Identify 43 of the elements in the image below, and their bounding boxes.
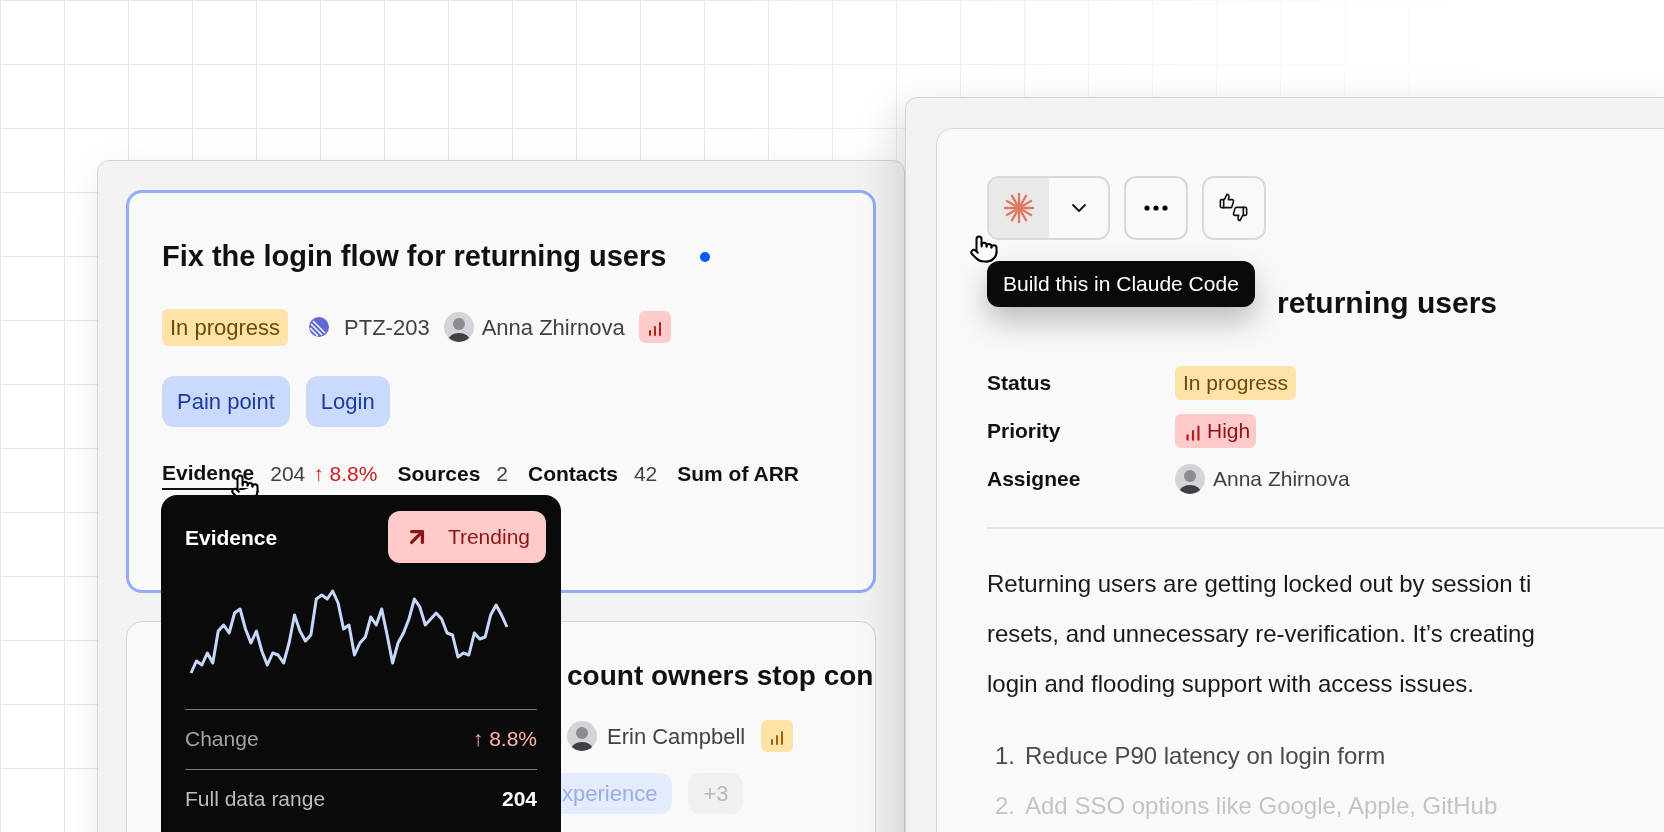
metric-value: 42 (633, 460, 658, 487)
metric-change: ↑ 8.8% (313, 460, 378, 487)
metric-label[interactable]: Sum of ARR (677, 457, 799, 489)
row-value: ↑ 8.8% (472, 726, 537, 753)
assignee-name: Erin Campbell (607, 722, 746, 751)
avatar (1175, 464, 1205, 494)
hand-cursor-icon (969, 234, 999, 264)
status-badge: In progress (162, 308, 289, 346)
trending-badge: Trending (387, 511, 546, 563)
issue-id: PTZ-203 (344, 313, 430, 342)
metric-label[interactable]: Sources (397, 457, 481, 489)
claude-code-button[interactable] (989, 178, 1049, 238)
row-label: Change (185, 726, 259, 753)
metric-value: 204 (270, 460, 306, 487)
field-label: Assignee (987, 466, 1082, 493)
more-button[interactable] (1124, 176, 1188, 240)
tag[interactable]: Login (305, 375, 390, 427)
tag[interactable]: Pain point (162, 375, 290, 427)
field-label: Status (987, 370, 1053, 397)
priority-badge: High (1175, 414, 1257, 448)
avatar (567, 721, 597, 752)
issue-title: Fix the login flow for returning users (162, 239, 667, 274)
row-label: Full data range (185, 786, 326, 813)
issue-title: count owners stop con (567, 658, 874, 693)
assignee-name: Anna Zhirnova (1213, 466, 1350, 493)
step-text: Reduce P90 latency on login form (1025, 741, 1386, 771)
more-icon (1144, 205, 1168, 211)
description-paragraph: Returning users are getting locked out by session ti resets, and unnecessary re-verification. It’s creating login and flooding support with access issues. (987, 569, 1536, 699)
status-badge: In progress (1175, 366, 1297, 400)
feedback-button[interactable] (1202, 176, 1266, 240)
metric-label[interactable]: Contacts (528, 457, 618, 489)
metric-value: 2 (496, 460, 509, 487)
asterisk-icon (1003, 192, 1035, 224)
detail-title: returning users (1277, 285, 1498, 321)
avatar (443, 312, 474, 342)
assignee-name: Anna Zhirnova (481, 313, 625, 342)
field-label: Priority (987, 418, 1062, 445)
tooltip: Build this in Claude Code (987, 261, 1255, 307)
thumbs-up-down-icon (1219, 193, 1249, 223)
popover-title: Evidence (185, 525, 278, 551)
row-value: 204 (501, 786, 537, 813)
step-number: 1. (995, 741, 1015, 771)
striped-circle-icon (308, 316, 331, 338)
